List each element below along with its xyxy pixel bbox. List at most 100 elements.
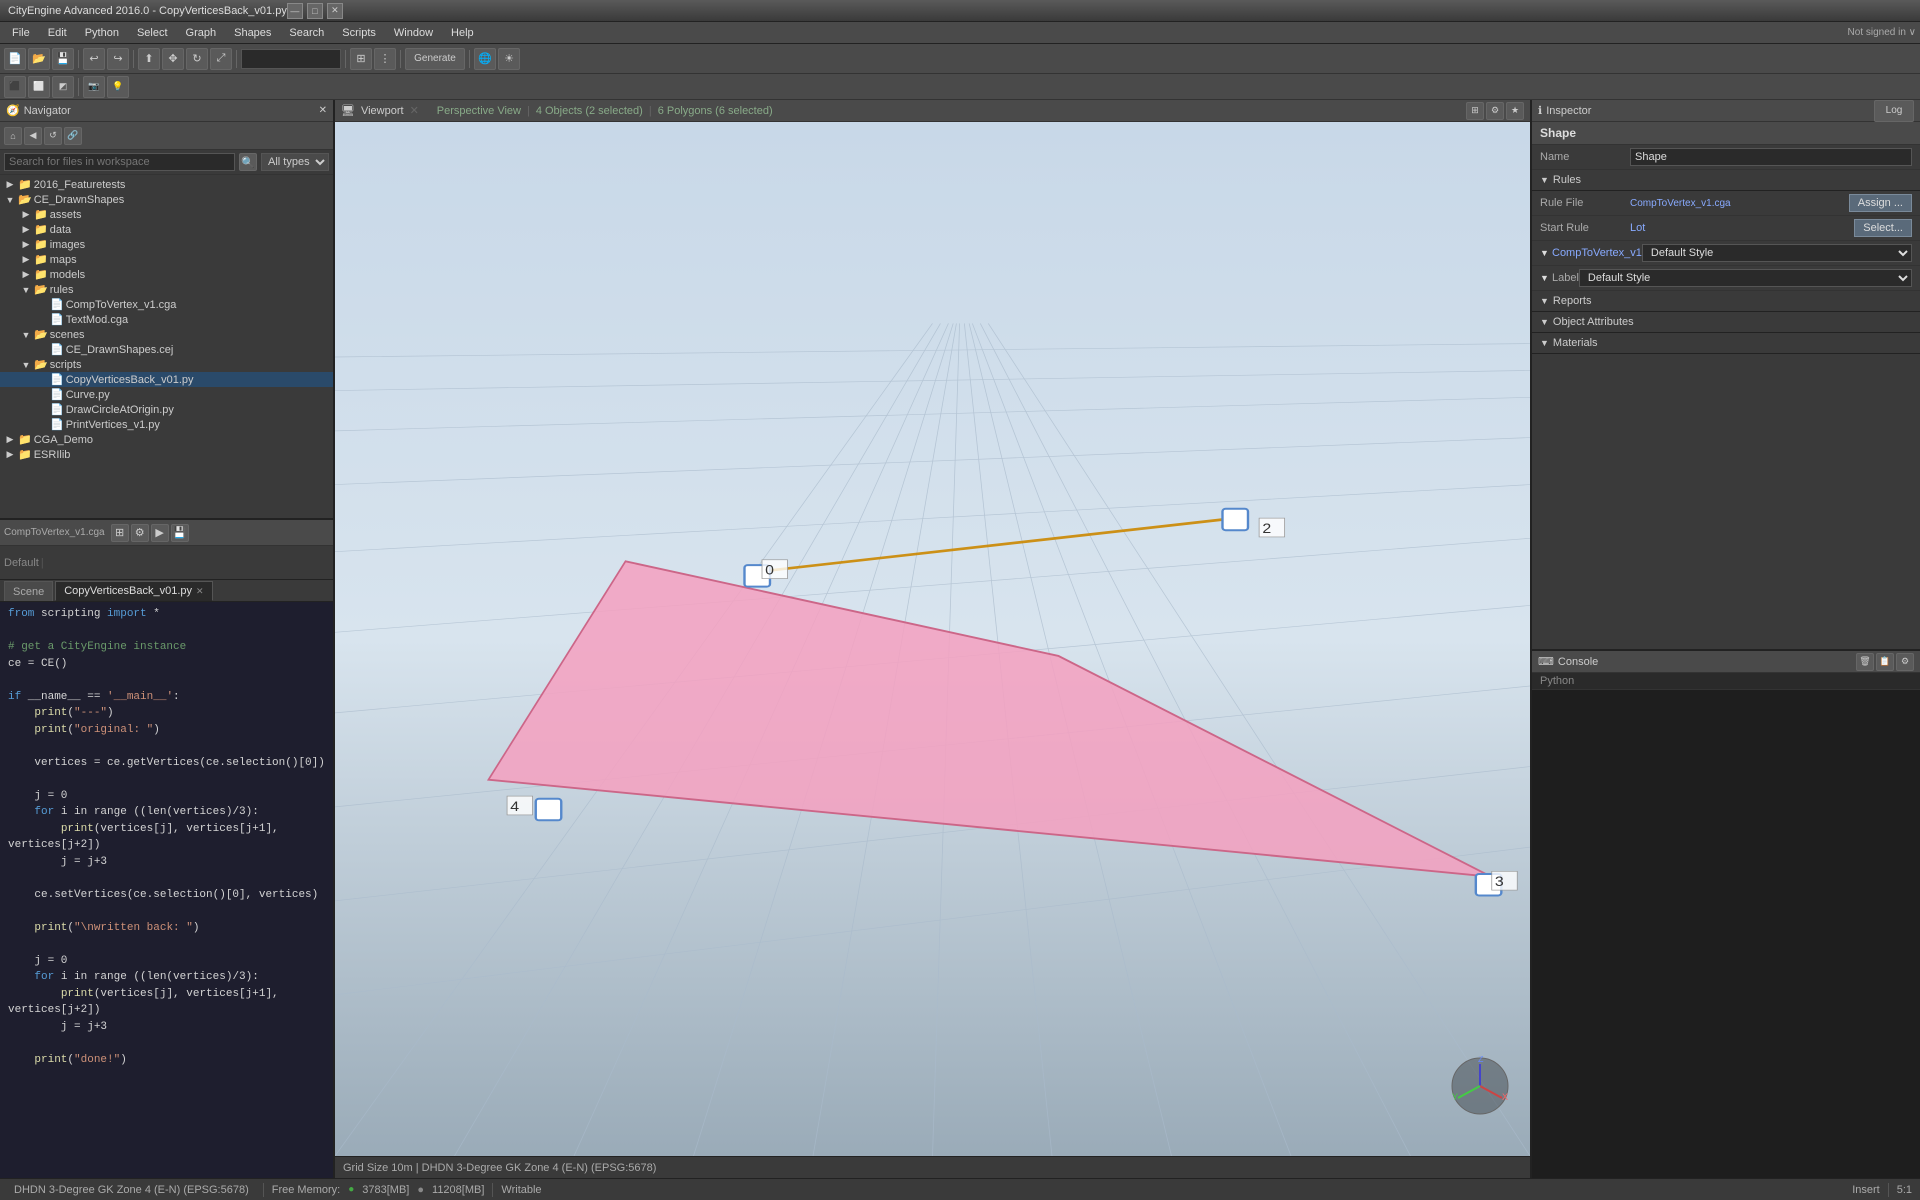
tab-script[interactable]: CopyVerticesBack_v01.py ✕ — [55, 581, 212, 601]
separator2: | — [649, 105, 652, 117]
nav-home-btn[interactable]: ⌂ — [4, 127, 22, 145]
menu-graph[interactable]: Graph — [178, 25, 225, 41]
svg-text:Z: Z — [1478, 1056, 1484, 1064]
menu-python[interactable]: Python — [77, 25, 127, 41]
script-editor[interactable]: from scripting import * # get a CityEngi… — [0, 602, 333, 1178]
materials-section-header[interactable]: ▼ Materials — [1532, 333, 1920, 354]
close-button[interactable]: ✕ — [327, 3, 343, 19]
tree-item[interactable]: 📄 Curve.py — [0, 387, 333, 402]
snap-btn[interactable]: ⊞ — [350, 48, 372, 70]
name-input[interactable] — [1630, 148, 1912, 166]
sun-btn[interactable]: ☀ — [498, 48, 520, 70]
code-line — [8, 738, 325, 755]
vp-tool2[interactable]: ⚙ — [1486, 102, 1504, 120]
tree-item[interactable]: ▶ 📁 2016_Featuretests — [0, 177, 333, 192]
menu-scripts[interactable]: Scripts — [334, 25, 384, 41]
select-btn[interactable]: ⬆ — [138, 48, 160, 70]
menu-search[interactable]: Search — [281, 25, 332, 41]
tree-item[interactable]: 📄 CE_DrawnShapes.cej — [0, 342, 333, 357]
cga-view-btn[interactable]: ⊞ — [111, 524, 129, 542]
menu-window[interactable]: Window — [386, 25, 441, 41]
tree-item[interactable]: 📄 CompToVertex_v1.cga — [0, 297, 333, 312]
secondary-toolbar: ⬛ ⬜ ◩ 📷 💡 — [0, 74, 1920, 100]
render-btn[interactable]: 🌐 — [474, 48, 496, 70]
tree-item[interactable]: 📄 TextMod.cga — [0, 312, 333, 327]
console-copy-btn[interactable]: 📋 — [1876, 653, 1894, 671]
console-clear-btn[interactable]: 🗑 — [1856, 653, 1874, 671]
menu-select[interactable]: Select — [129, 25, 176, 41]
tree-label: images — [50, 239, 85, 251]
vp-tool1[interactable]: ⊞ — [1466, 102, 1484, 120]
undo-btn[interactable]: ↩ — [83, 48, 105, 70]
tree-item[interactable]: ▶ 📁 models — [0, 267, 333, 282]
tree-item-selected[interactable]: 📄 CopyVerticesBack_v01.py — [0, 372, 333, 387]
cga-run-btn[interactable]: ▶ — [151, 524, 169, 542]
nav-refresh-btn[interactable]: ↺ — [44, 127, 62, 145]
coordinate-input[interactable]: 5:95.00 -4.07 — [241, 49, 341, 69]
tree-item[interactable]: ▼ 📂 scenes — [0, 327, 333, 342]
redo-btn[interactable]: ↪ — [107, 48, 129, 70]
cga-settings-btn[interactable]: ⚙ — [131, 524, 149, 542]
menu-file[interactable]: File — [4, 25, 38, 41]
persp-btn[interactable]: ◩ — [52, 76, 74, 98]
tree-item[interactable]: ▶ 📁 ESRIlib — [0, 447, 333, 462]
maximize-button[interactable]: □ — [307, 3, 323, 19]
view-btn1[interactable]: ⬛ — [4, 76, 26, 98]
tab-scene[interactable]: Scene — [4, 581, 53, 601]
tree-label: CE_DrawnShapes — [34, 194, 125, 206]
tree-item[interactable]: ▶ 📁 CGA_Demo — [0, 432, 333, 447]
inspector-log-btn[interactable]: Log — [1874, 100, 1914, 122]
reports-section-header[interactable]: ▼ Reports — [1532, 291, 1920, 312]
search-button[interactable]: 🔍 — [239, 153, 257, 171]
tree-label: CopyVerticesBack_v01.py — [66, 374, 194, 386]
nav-link-btn[interactable]: 🔗 — [64, 127, 82, 145]
tree-item[interactable]: ▶ 📁 images — [0, 237, 333, 252]
label-style-dropdown[interactable]: Default Style — [1579, 269, 1912, 287]
ratio-label: 5:1 — [1897, 1184, 1912, 1196]
nav-back-btn[interactable]: ◀ — [24, 127, 42, 145]
menu-edit[interactable]: Edit — [40, 25, 75, 41]
select-button[interactable]: Select... — [1854, 219, 1912, 237]
menu-help[interactable]: Help — [443, 25, 482, 41]
navigator-close[interactable]: ✕ — [319, 105, 327, 116]
tree-item[interactable]: 📄 PrintVertices_v1.py — [0, 417, 333, 432]
tree-item[interactable]: ▼ 📂 scripts — [0, 357, 333, 372]
console-settings-btn[interactable]: ⚙ — [1896, 653, 1914, 671]
tab-close-icon[interactable]: ✕ — [196, 586, 204, 597]
object-attributes-section-header[interactable]: ▼ Object Attributes — [1532, 312, 1920, 333]
comp-to-vertex-link[interactable]: CompToVertex_v1 — [1552, 247, 1642, 259]
move-btn[interactable]: ✥ — [162, 48, 184, 70]
viewport-canvas[interactable]: 0 2 4 3 Z X Y — [335, 122, 1530, 1156]
console-body[interactable] — [1532, 690, 1920, 1178]
minimize-button[interactable]: — — [287, 3, 303, 19]
vp-tool3[interactable]: ★ — [1506, 102, 1524, 120]
perspective-label: Perspective View — [437, 105, 521, 117]
generate-btn[interactable]: Generate — [405, 48, 465, 70]
comp-style-dropdown[interactable]: Default Style — [1642, 244, 1912, 262]
camera-btn[interactable]: 📷 — [83, 76, 105, 98]
tree-item[interactable]: 📄 DrawCircleAtOrigin.py — [0, 402, 333, 417]
rotate-btn[interactable]: ↻ — [186, 48, 208, 70]
tree-item[interactable]: ▼ 📂 rules — [0, 282, 333, 297]
viewport-header: 🖥 Viewport ✕ Perspective View | 4 Object… — [335, 100, 1530, 122]
tree-label: TextMod.cga — [66, 314, 128, 326]
menu-shapes[interactable]: Shapes — [226, 25, 279, 41]
light-btn[interactable]: 💡 — [107, 76, 129, 98]
tree-item[interactable]: ▶ 📁 assets — [0, 207, 333, 222]
viewport-close[interactable]: ✕ — [410, 104, 419, 117]
tree-item[interactable]: ▶ 📁 data — [0, 222, 333, 237]
scale-btn[interactable]: ⤢ — [210, 48, 232, 70]
assign-button[interactable]: Assign ... — [1849, 194, 1912, 212]
new-btn[interactable]: 📄 — [4, 48, 26, 70]
save-btn[interactable]: 💾 — [52, 48, 74, 70]
code-line: j = j+3 — [8, 854, 325, 871]
grid-btn[interactable]: ⋮ — [374, 48, 396, 70]
search-input[interactable] — [4, 153, 235, 171]
view-btn2[interactable]: ⬜ — [28, 76, 50, 98]
tree-item[interactable]: ▶ 📁 maps — [0, 252, 333, 267]
open-btn[interactable]: 📂 — [28, 48, 50, 70]
rules-section-header[interactable]: ▼ Rules — [1532, 170, 1920, 191]
tree-item[interactable]: ▼ 📂 CE_DrawnShapes — [0, 192, 333, 207]
cga-save-btn[interactable]: 💾 — [171, 524, 189, 542]
type-filter[interactable]: All types — [261, 153, 329, 171]
